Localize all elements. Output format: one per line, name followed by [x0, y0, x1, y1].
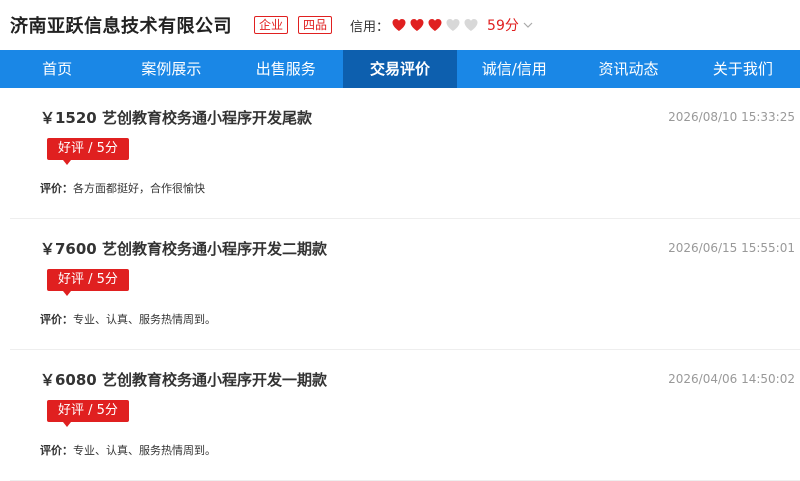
nav-item-4[interactable]: 诚信/信用 [457, 50, 571, 88]
enterprise-tag: 企业 [254, 16, 289, 34]
review-title[interactable]: ￥7600 艺创教育校务通小程序开发二期款 [40, 238, 327, 259]
review-time: 2026/06/15 15:55:01 [668, 241, 795, 255]
review-comment: 评价：各方面都挺好，合作很愉快 [40, 180, 205, 196]
header: 济南亚跃信息技术有限公司 企业 四品 信用： 59分 [0, 0, 800, 50]
heart-empty-icon [464, 19, 478, 31]
comment-text: 专业、认真、服务热情周到。 [73, 313, 216, 326]
rank-tag: 四品 [298, 16, 333, 34]
nav-item-1[interactable]: 案例展示 [114, 50, 228, 88]
company-name[interactable]: 济南亚跃信息技术有限公司 [10, 12, 232, 38]
review-time: 2026/08/10 15:33:25 [668, 110, 795, 124]
review-title[interactable]: ￥6080 艺创教育校务通小程序开发一期款 [40, 369, 327, 390]
nav-item-5[interactable]: 资讯动态 [571, 50, 685, 88]
review-list: ￥1520 艺创教育校务通小程序开发尾款 2026/08/10 15:33:25 好… [0, 88, 800, 481]
comment-text: 各方面都挺好，合作很愉快 [73, 182, 205, 195]
credit-rating[interactable]: 信用： 59分 [350, 15, 533, 35]
chevron-down-icon[interactable] [523, 20, 533, 30]
nav-item-3[interactable]: 交易评价 [342, 50, 458, 88]
rating-badge: 好评 / 5分 [47, 269, 129, 296]
comment-text: 专业、认真、服务热情周到。 [73, 444, 216, 457]
heart-empty-icon [446, 19, 460, 31]
comment-label: 评价： [40, 182, 73, 195]
review-comment: 评价：专业、认真、服务热情周到。 [40, 442, 216, 458]
heart-filled-icon [410, 19, 424, 31]
credit-score: 59分 [487, 18, 519, 34]
nav-item-6[interactable]: 关于我们 [686, 50, 800, 88]
review-item: ￥1520 艺创教育校务通小程序开发尾款 2026/08/10 15:33:25 好… [10, 88, 800, 219]
comment-label: 评价： [40, 444, 73, 457]
main-nav: 首页 案例展示 出售服务 交易评价 诚信/信用 资讯动态 关于我们 [0, 50, 800, 88]
rating-badge: 好评 / 5分 [47, 400, 129, 427]
heart-filled-icon [428, 19, 442, 31]
review-title[interactable]: ￥1520 艺创教育校务通小程序开发尾款 [40, 107, 312, 128]
review-comment: 评价：专业、认真、服务热情周到。 [40, 311, 216, 327]
nav-item-2[interactable]: 出售服务 [229, 50, 343, 88]
heart-rating [391, 17, 481, 33]
rating-badge: 好评 / 5分 [47, 138, 129, 165]
review-item: ￥6080 艺创教育校务通小程序开发一期款 2026/04/06 14:50:02… [10, 350, 800, 481]
comment-label: 评价： [40, 313, 73, 326]
heart-filled-icon [392, 19, 406, 31]
nav-item-0[interactable]: 首页 [0, 50, 114, 88]
review-item: ￥7600 艺创教育校务通小程序开发二期款 2026/06/15 15:55:01… [10, 219, 800, 350]
credit-label: 信用： [350, 19, 390, 35]
review-time: 2026/04/06 14:50:02 [668, 372, 795, 386]
